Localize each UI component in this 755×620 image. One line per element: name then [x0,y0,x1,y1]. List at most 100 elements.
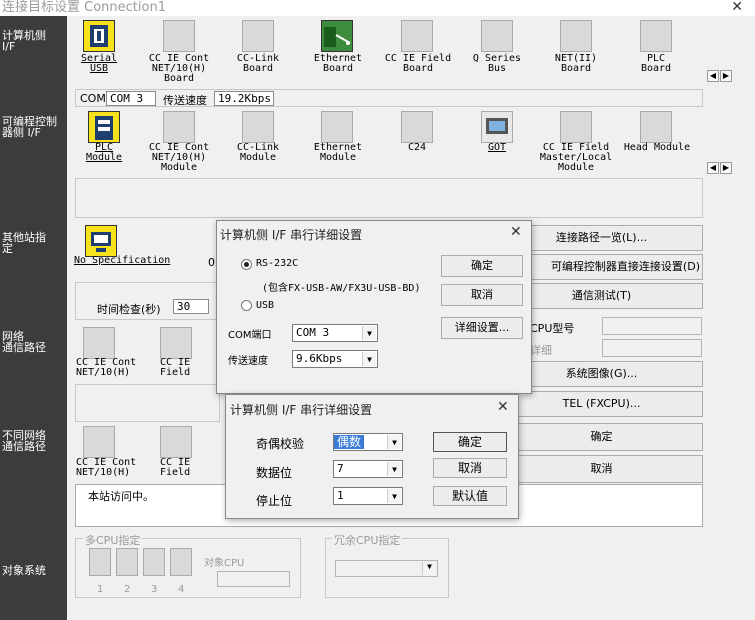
cc-link-module-button[interactable] [242,111,274,143]
plc-module-button[interactable] [88,111,120,143]
chevron-down-icon: ▼ [387,489,401,503]
cpu-type-field [602,317,702,335]
com-label: COM [80,92,106,105]
diff-cc-ie-field-button[interactable] [160,426,192,458]
speed-select[interactable]: 9.6Kbps ▼ [292,350,378,368]
cpu-2-label: 2 [124,584,131,595]
net-ii-board-button[interactable] [560,20,592,52]
dialog2-title: 计算机侧 I/F 串行详细设置 [230,403,373,417]
rs232c-radio[interactable] [241,259,252,270]
no-specification-button[interactable] [85,225,117,257]
window-title-bar: 连接目标设置 Connection1 ✕ [0,0,755,16]
cpu-3-button[interactable] [143,548,165,576]
usb-label: USB [256,300,275,311]
ethernet-board-label: Ethernet Board [313,53,363,74]
time-check-input[interactable]: 30 [173,299,209,314]
cc-ie-field-module-button[interactable] [560,111,592,143]
dialog1-cancel-button[interactable]: 取消 [441,284,523,306]
redundant-cpu-select[interactable]: ▼ [335,560,438,577]
ethernet-module-label: Ethernet Module [313,142,363,163]
scroll-right-icon[interactable]: ▶ [720,70,732,82]
plc-board-label: PLC Board [640,53,672,74]
net-cc-ie-cont-button[interactable] [83,327,115,359]
cc-ie-cont-board-label: CC IE Cont NET/10(H) Board [148,53,210,84]
ethernet-module-button[interactable] [321,111,353,143]
redundant-cpu-legend: 冗余CPU指定 [332,532,403,548]
parity-select[interactable]: 偶数 ▼ [333,433,403,451]
close-icon[interactable]: ✕ [510,224,522,240]
chevron-down-icon: ▼ [387,462,401,476]
detail-field [602,339,702,357]
dialog2-ok-button[interactable]: 确定 [433,432,507,452]
dialog1-detail-button[interactable]: 详细设置... [441,317,523,339]
serial-usb-label: Serial USB [80,53,118,74]
dialog1-title: 计算机侧 I/F 串行详细设置 [220,228,363,242]
plc-if-info-box [75,178,703,218]
cc-ie-cont-board-button[interactable] [163,20,195,52]
cpu-type-label: CPU型号 [530,322,575,335]
chevron-down-icon: ▼ [362,352,376,366]
scroll-left-icon[interactable]: ◀ [707,70,719,82]
data-bits-label: 数据位 [256,466,293,480]
cc-link-board-button[interactable] [242,20,274,52]
head-module-button[interactable] [640,111,672,143]
stop-bits-value: 1 [337,489,344,502]
cc-ie-cont-module-button[interactable] [163,111,195,143]
ethernet-board-icon [324,27,351,47]
status-text: 本站访问中。 [88,490,154,503]
usb-radio[interactable] [241,300,252,311]
got-icon [486,118,508,134]
cpu-2-button[interactable] [116,548,138,576]
serial-usb-button[interactable] [83,20,115,52]
cc-ie-cont-module-label: CC IE Cont NET/10(H) Module [148,142,210,173]
net-cc-ie-field-button[interactable] [160,327,192,359]
close-icon[interactable]: ✕ [497,399,509,415]
cc-ie-field-board-label: CC IE Field Board [384,53,452,74]
got-label: GOT [487,142,507,153]
c24-button[interactable] [401,111,433,143]
network-route-box [75,384,220,422]
dialog2-default-button[interactable]: 默认值 [433,486,507,506]
other-station-partial: 0 [208,256,215,269]
plc-module-label: PLC Module [85,142,123,163]
com-port-select[interactable]: COM 3 ▼ [292,324,378,342]
net-cc-ie-cont-label: CC IE Cont NET/10(H) [76,357,137,378]
detail-label: 详细 [530,344,552,357]
sidebar-label-network-route: 网络 通信路径 [2,330,46,354]
cc-link-board-label: CC-Link Board [236,53,280,74]
sidebar-label-plc-if: 可编程控制 器侧 I/F [2,115,57,139]
data-bits-value: 7 [337,462,344,475]
tel-fxcpu-button[interactable]: TEL (FXCPU)... [500,391,703,417]
data-bits-select[interactable]: 7 ▼ [333,460,403,478]
com-port-label: COM端口 [228,330,272,341]
got-button[interactable] [481,111,513,143]
speed-label: 传送速度 [163,94,207,107]
diff-cc-ie-cont-label: CC IE Cont NET/10(H) [76,457,137,478]
plc-board-button[interactable] [640,20,672,52]
main-cancel-button[interactable]: 取消 [500,455,703,483]
main-ok-button[interactable]: 确定 [500,423,703,451]
cc-link-module-label: CC-Link Module [236,142,280,163]
q-series-bus-label: Q Series Bus [472,53,522,74]
cc-ie-field-module-label: CC IE Field Master/Local Module [539,142,613,173]
close-icon[interactable]: ✕ [731,0,743,15]
cpu-4-button[interactable] [170,548,192,576]
diff-cc-ie-cont-button[interactable] [83,426,115,458]
stop-bits-select[interactable]: 1 ▼ [333,487,403,505]
net-ii-board-label: NET(II) Board [554,53,598,74]
chevron-down-icon: ▼ [362,326,376,340]
dialog1-ok-button[interactable]: 确定 [441,255,523,277]
scroll-left-icon[interactable]: ◀ [707,162,719,174]
window-title: 连接目标设置 Connection1 [2,0,166,15]
target-cpu-label: 对象CPU [204,558,245,569]
ethernet-board-button[interactable] [321,20,353,52]
cc-ie-field-board-button[interactable] [401,20,433,52]
scroll-right-icon[interactable]: ▶ [720,162,732,174]
serial-usb-icon [90,25,108,47]
cpu-1-button[interactable] [89,548,111,576]
diff-cc-ie-field-label: CC IE Field [160,457,191,478]
dialog2-cancel-button[interactable]: 取消 [433,458,507,478]
sidebar-label-diff-network: 不同网络 通信路径 [2,429,46,453]
q-series-bus-button[interactable] [481,20,513,52]
cpu-4-label: 4 [178,584,185,595]
